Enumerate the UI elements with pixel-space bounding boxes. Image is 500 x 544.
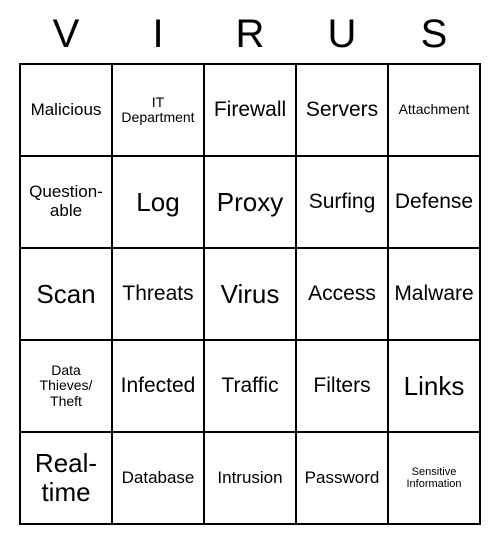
- bingo-cell[interactable]: Traffic: [205, 341, 297, 433]
- bingo-cell[interactable]: Real-time: [21, 433, 113, 525]
- bingo-cell[interactable]: Infected: [113, 341, 205, 433]
- bingo-cell[interactable]: Data Thieves/ Theft: [21, 341, 113, 433]
- bingo-cell[interactable]: Firewall: [205, 65, 297, 157]
- header-letter: U: [296, 12, 388, 57]
- bingo-cell[interactable]: Links: [389, 341, 481, 433]
- bingo-cell[interactable]: IT Department: [113, 65, 205, 157]
- bingo-cell[interactable]: Defense: [389, 157, 481, 249]
- bingo-cell[interactable]: Database: [113, 433, 205, 525]
- header-letter: V: [20, 12, 112, 57]
- bingo-cell[interactable]: Surfing: [297, 157, 389, 249]
- bingo-cell[interactable]: Scan: [21, 249, 113, 341]
- bingo-cell[interactable]: Sensitive Information: [389, 433, 481, 525]
- bingo-cell[interactable]: Malicious: [21, 65, 113, 157]
- bingo-cell[interactable]: Virus: [205, 249, 297, 341]
- bingo-cell[interactable]: Log: [113, 157, 205, 249]
- bingo-cell[interactable]: Servers: [297, 65, 389, 157]
- header-letter: R: [204, 12, 296, 57]
- header-letter: I: [112, 12, 204, 57]
- bingo-cell[interactable]: Malware: [389, 249, 481, 341]
- bingo-cell[interactable]: Access: [297, 249, 389, 341]
- bingo-cell[interactable]: Password: [297, 433, 389, 525]
- header-letter: S: [388, 12, 480, 57]
- bingo-cell[interactable]: Attachment: [389, 65, 481, 157]
- bingo-cell[interactable]: Filters: [297, 341, 389, 433]
- bingo-header: V I R U S: [20, 12, 480, 57]
- bingo-grid: Malicious IT Department Firewall Servers…: [19, 63, 481, 525]
- bingo-cell[interactable]: Proxy: [205, 157, 297, 249]
- bingo-cell[interactable]: Question-able: [21, 157, 113, 249]
- bingo-cell[interactable]: Intrusion: [205, 433, 297, 525]
- bingo-cell[interactable]: Threats: [113, 249, 205, 341]
